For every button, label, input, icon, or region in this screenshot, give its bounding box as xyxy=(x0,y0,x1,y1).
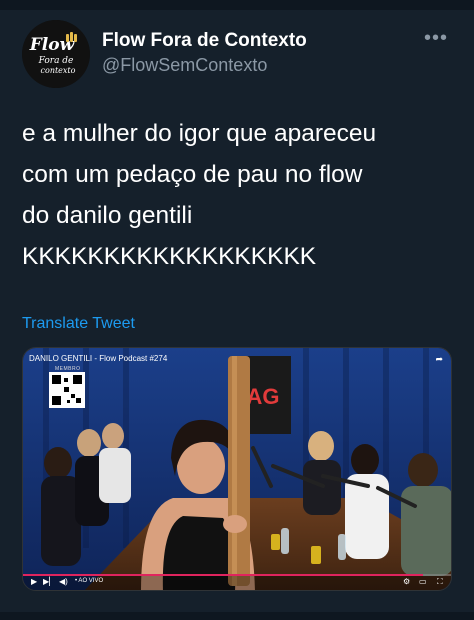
member-badge: MEMBRO xyxy=(55,366,81,372)
author-name[interactable]: Flow Fora de Contexto xyxy=(102,30,307,52)
settings-icon[interactable]: ⚙ xyxy=(403,577,410,586)
video-controls: ▶ ▶▏ ◀) • AO VIVO ⚙ ▭ ⛶ xyxy=(23,574,451,590)
tweet-text: e a mulher do igor que apareceu com um p… xyxy=(22,113,452,277)
video-title: DANILO GENTILI - Flow Podcast #274 xyxy=(29,354,168,363)
more-horizontal-icon[interactable]: ••• xyxy=(424,26,448,50)
fullscreen-icon[interactable]: ⛶ xyxy=(437,577,443,587)
play-icon[interactable]: ▶ xyxy=(31,577,37,586)
avatar[interactable]: Flow Fora de contexto xyxy=(22,20,90,88)
translate-tweet-link[interactable]: Translate Tweet xyxy=(22,315,135,333)
live-label: • AO VIVO xyxy=(75,578,104,584)
video-thumbnail[interactable]: AG DANILO GENTILI - Flow Podcast #274 ME… xyxy=(22,347,452,591)
top-divider xyxy=(0,0,474,10)
share-icon[interactable]: ➦ xyxy=(435,354,443,365)
tweet-line: com um pedaço de pau no flow xyxy=(22,161,363,188)
svg-text:Fora de: Fora de xyxy=(38,56,74,66)
bottom-divider xyxy=(0,612,474,620)
pip-icon[interactable]: ▭ xyxy=(419,577,427,586)
next-icon[interactable]: ▶▏ xyxy=(43,577,55,586)
flow-logo-icon: Flow Fora de contexto xyxy=(22,20,90,88)
svg-text:contexto: contexto xyxy=(41,66,76,75)
author-handle[interactable]: @FlowSemContexto xyxy=(102,55,267,76)
tweet-line: do danilo gentili xyxy=(22,202,193,229)
video-scene: AG xyxy=(23,348,451,590)
tweet-line: KKKKKKKKKKKKKKKKKK xyxy=(22,243,317,270)
progress-fill xyxy=(23,574,423,576)
volume-icon[interactable]: ◀) xyxy=(59,577,68,586)
studio-sign: AG xyxy=(247,384,280,409)
tweet-line: e a mulher do igor que apareceu xyxy=(22,120,377,147)
